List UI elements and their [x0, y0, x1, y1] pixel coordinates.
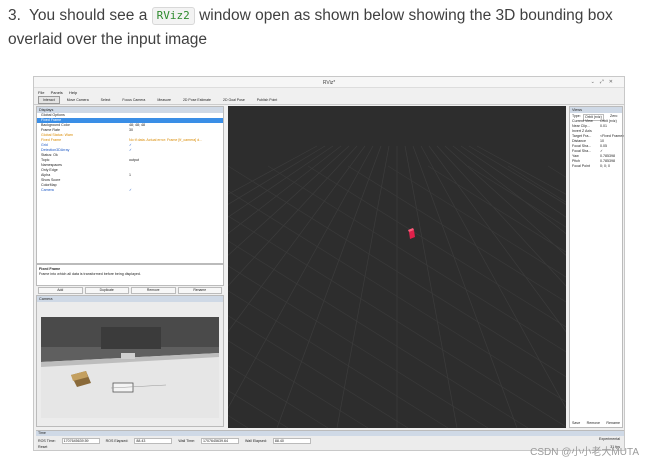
- views-row[interactable]: Focal Point 0; 0; 0: [570, 164, 622, 169]
- views-save-button[interactable]: Save: [572, 421, 580, 425]
- rviz-screenshot: RViz* ⌄⤢✕ File Panels Help Interact Move…: [33, 76, 625, 451]
- camera-header: Camera: [37, 296, 223, 302]
- views-header: Views: [570, 107, 622, 113]
- ros-time-value: 1707645639.59: [61, 438, 100, 444]
- property-description: Fixed Frame Frame into which all data is…: [36, 264, 224, 286]
- menu-panels[interactable]: Panels: [51, 90, 63, 95]
- views-panel: Views Type: Orbit (rviz) Zero Current Vi…: [569, 106, 624, 428]
- wall-time-label: Wall Time:: [178, 439, 195, 443]
- tool-2d-goal[interactable]: 2D Goal Pose: [218, 96, 250, 104]
- menu-help[interactable]: Help: [69, 90, 77, 95]
- step-number: 3.: [8, 7, 21, 24]
- tool-bar: Interact Move Camera Select Focus Camera…: [34, 96, 624, 105]
- ros-elapsed-label: ROS Elapsed:: [105, 439, 129, 443]
- reset-button[interactable]: Reset: [38, 445, 47, 449]
- wall-time-value: 1707645639.64: [201, 438, 239, 444]
- displays-tree: Global Options Fixed Frame Background Colo…: [37, 113, 223, 193]
- display-row-value: ✓: [129, 188, 133, 192]
- ros-elapsed-value: 88.43: [134, 438, 173, 444]
- tool-publish-point[interactable]: Publish Point: [252, 96, 282, 104]
- window-titlebar: RViz* ⌄⤢✕: [34, 77, 624, 88]
- views-row-key: Focal Point: [572, 164, 590, 168]
- duplicate-button[interactable]: Duplicate: [84, 287, 129, 294]
- displays-buttons: Add Duplicate Remove Rename: [36, 287, 224, 294]
- window-controls[interactable]: ⌄⤢✕: [591, 79, 618, 85]
- experimental-checkbox[interactable]: Experimental: [599, 437, 620, 441]
- displays-panel: Displays Global Options Fixed Frame Backgr…: [36, 106, 224, 264]
- camera-panel: Camera: [36, 295, 224, 427]
- tool-measure[interactable]: Measure: [152, 96, 176, 104]
- wall-elapsed-label: Wall Elapsed:: [245, 439, 267, 443]
- camera-image: [41, 317, 219, 418]
- display-row-key: Camera: [41, 188, 54, 192]
- rename-button[interactable]: Rename: [177, 287, 222, 294]
- add-button[interactable]: Add: [38, 287, 83, 294]
- menubar: File Panels Help: [34, 88, 624, 96]
- tool-interact[interactable]: Interact: [38, 96, 60, 104]
- menu-file[interactable]: File: [38, 90, 44, 95]
- watermark: CSDN @小小老大MUTA: [530, 447, 639, 458]
- ros-time-label: ROS Time:: [38, 439, 56, 443]
- tool-2d-pose[interactable]: 2D Pose Estimate: [178, 96, 216, 104]
- description-text: Frame into which all data is transformed…: [39, 272, 141, 276]
- left-dock: Displays Global Options Fixed Frame Backgr…: [36, 106, 224, 428]
- views-buttons: Save Remove Rename: [572, 421, 620, 425]
- 3d-viewport[interactable]: [228, 106, 566, 428]
- window-title: RViz*: [322, 80, 336, 86]
- inline-code-rviz2: RViz2: [151, 7, 195, 25]
- remove-button[interactable]: Remove: [131, 287, 176, 294]
- step-text-before: You should see a: [28, 7, 148, 24]
- views-rename-button[interactable]: Rename: [606, 421, 620, 425]
- views-remove-button[interactable]: Remove: [587, 421, 600, 425]
- views-tree: Current View Orbit (rviz) Near Clip... 0.01…: [570, 119, 624, 169]
- camera-scene-image: [41, 317, 219, 418]
- tool-select[interactable]: Select: [96, 96, 116, 104]
- bounding-box-3d: [408, 228, 415, 239]
- wall-elapsed-value: 88.40: [272, 438, 311, 444]
- views-row-value: 0; 0; 0: [600, 164, 610, 168]
- display-row[interactable]: Camera ✓: [37, 188, 223, 193]
- tool-focus-camera[interactable]: Focus Camera: [117, 96, 150, 104]
- tool-move-camera[interactable]: Move Camera: [62, 96, 94, 104]
- instruction-step: 3. You should see a RViz2 window open as…: [8, 4, 638, 52]
